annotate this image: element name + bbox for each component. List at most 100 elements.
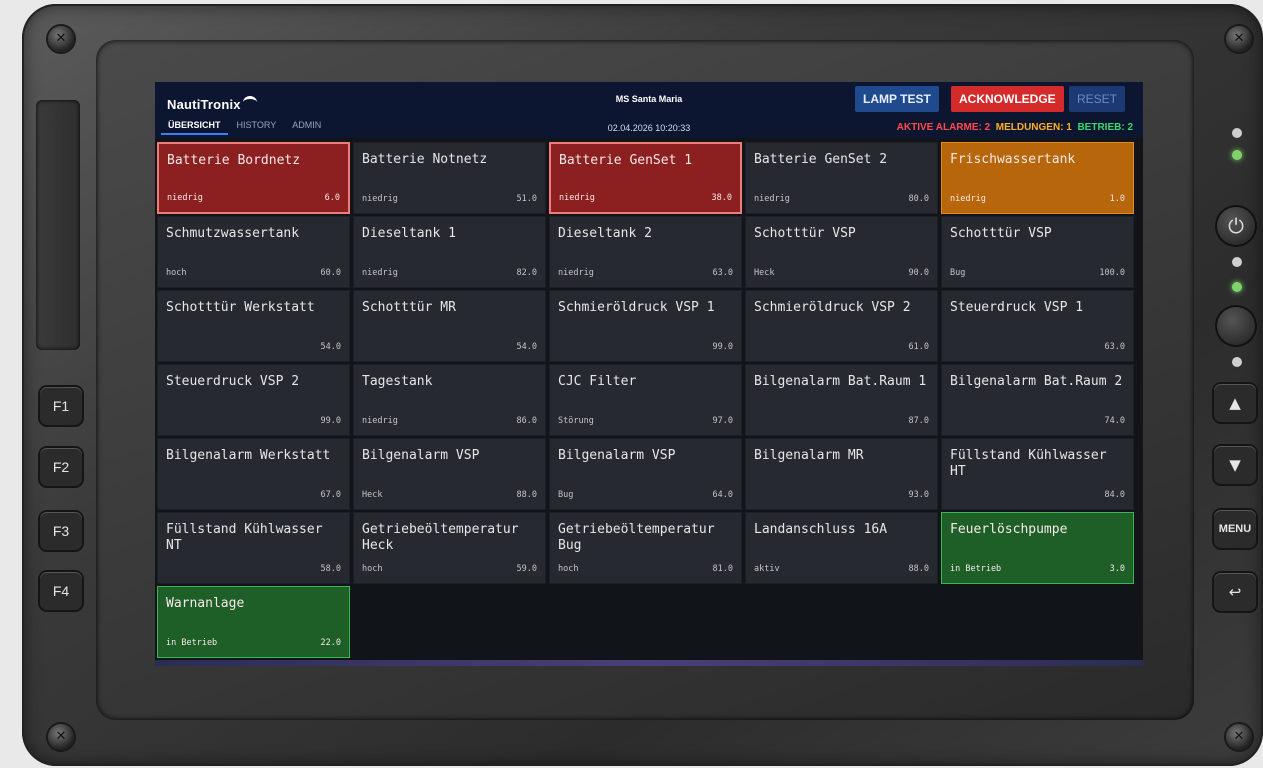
tile-title: Schotttür VSP <box>754 226 856 241</box>
tile-value: 100.0 <box>1099 268 1125 278</box>
power-button[interactable]: ⏻ <box>1217 207 1255 245</box>
power-led <box>1232 150 1242 160</box>
alarm-tile[interactable]: Schotttür MR 54.0 <box>353 290 546 362</box>
tile-title: Schotttür VSP <box>950 226 1052 241</box>
alarm-tile[interactable]: Getriebeöltemperatur Bug hoch 81.0 <box>549 512 742 584</box>
tile-title: CJC Filter <box>558 374 637 389</box>
brightness-knob[interactable] <box>1217 307 1255 345</box>
alarm-tile[interactable]: Steuerdruck VSP 2 99.0 <box>157 364 350 436</box>
alarm-tile[interactable]: Batterie GenSet 2 niedrig 80.0 <box>745 142 938 214</box>
screw-icon <box>1226 724 1252 750</box>
alarm-tile[interactable]: Schmutzwassertank hoch 60.0 <box>157 216 350 288</box>
tile-status: niedrig <box>754 194 790 204</box>
tile-value: 80.0 <box>908 194 929 204</box>
tile-title: Dieseltank 2 <box>558 226 652 241</box>
bottom-strip <box>155 660 1143 666</box>
f4-key[interactable]: F4 <box>40 572 82 610</box>
tile-title: Schmieröldruck VSP 2 <box>754 300 911 315</box>
tile-value: 60.0 <box>320 268 341 278</box>
display-screen: NautiTronix ÜBERSICHT HISTORY ADMIN MS S… <box>155 82 1143 666</box>
tile-value: 87.0 <box>908 416 929 426</box>
tile-value: 88.0 <box>516 490 537 500</box>
alarm-tile[interactable]: Bilgenalarm Werkstatt 67.0 <box>157 438 350 510</box>
tile-title: Tagestank <box>362 374 433 389</box>
alarm-tile[interactable]: Bilgenalarm VSP Bug 64.0 <box>549 438 742 510</box>
tile-value: 90.0 <box>908 268 929 278</box>
tile-value: 63.0 <box>712 268 733 278</box>
up-button[interactable]: ▲ <box>1214 384 1256 422</box>
alarm-tile[interactable]: Landanschluss 16A aktiv 88.0 <box>745 512 938 584</box>
status-led <box>1232 357 1242 367</box>
lamp-test-button[interactable]: LAMP TEST <box>855 86 939 112</box>
reset-button[interactable]: RESET <box>1069 86 1126 112</box>
tile-title: Frischwassertank <box>950 152 1076 167</box>
alarm-tile[interactable]: Bilgenalarm MR 93.0 <box>745 438 938 510</box>
alarm-tile[interactable]: Batterie GenSet 1 niedrig 38.0 <box>549 142 742 214</box>
alarm-tile[interactable]: Feuerlöschpumpe in Betrieb 3.0 <box>941 512 1134 584</box>
tile-status: Heck <box>362 490 383 500</box>
alarm-tile[interactable]: Bilgenalarm VSP Heck 88.0 <box>353 438 546 510</box>
tile-value: 93.0 <box>908 490 929 500</box>
tile-value: 38.0 <box>711 193 732 203</box>
alarm-tile[interactable]: Tagestank niedrig 86.0 <box>353 364 546 436</box>
alarm-tile[interactable]: Füllstand Kühlwasser HT 84.0 <box>941 438 1134 510</box>
tile-status: niedrig <box>558 268 594 278</box>
alarm-tile[interactable]: Schotttür VSP Bug 100.0 <box>941 216 1134 288</box>
tile-title: Feuerlöschpumpe <box>950 522 1068 537</box>
screw-icon <box>1226 26 1252 52</box>
tile-value: 59.0 <box>516 564 537 574</box>
alarm-tile[interactable]: Bilgenalarm Bat.Raum 1 87.0 <box>745 364 938 436</box>
tile-value: 58.0 <box>320 564 341 574</box>
tile-status: in Betrieb <box>950 564 1002 574</box>
tile-value: 54.0 <box>320 342 341 352</box>
tile-status: niedrig <box>950 194 986 204</box>
tile-status: niedrig <box>559 193 595 203</box>
status-led <box>1232 128 1242 138</box>
tile-value: 63.0 <box>1104 342 1125 352</box>
menu-button[interactable]: MENU <box>1214 510 1256 548</box>
alarm-tile[interactable]: Schotttür Werkstatt 54.0 <box>157 290 350 362</box>
active-alarms-count: AKTIVE ALARME: 2 <box>896 122 991 133</box>
alarm-tile[interactable]: Batterie Bordnetz niedrig 6.0 <box>157 142 350 214</box>
alarm-tile[interactable]: Warnanlage in Betrieb 22.0 <box>157 586 350 658</box>
tile-title: Warnanlage <box>166 596 245 611</box>
tile-status: hoch <box>362 564 383 574</box>
tile-value: 6.0 <box>324 193 340 203</box>
tile-value: 54.0 <box>516 342 537 352</box>
alarm-tile[interactable]: Schmieröldruck VSP 1 99.0 <box>549 290 742 362</box>
alarm-tile[interactable]: CJC Filter Störung 97.0 <box>549 364 742 436</box>
tile-title: Bilgenalarm MR <box>754 448 864 463</box>
tile-value: 81.0 <box>712 564 733 574</box>
alarm-tile[interactable]: Dieseltank 2 niedrig 63.0 <box>549 216 742 288</box>
alarm-tile[interactable]: Schotttür VSP Heck 90.0 <box>745 216 938 288</box>
acknowledge-button[interactable]: ACKNOWLEDGE <box>951 86 1064 112</box>
alarm-tile[interactable]: Bilgenalarm Bat.Raum 2 74.0 <box>941 364 1134 436</box>
tile-value: 3.0 <box>1109 564 1125 574</box>
tile-title: Bilgenalarm Werkstatt <box>166 448 331 463</box>
tile-title: Getriebeöltemperatur Bug <box>558 522 715 553</box>
alarm-tile[interactable]: Dieseltank 1 niedrig 82.0 <box>353 216 546 288</box>
alarm-tile[interactable]: Füllstand Kühlwasser NT 58.0 <box>157 512 350 584</box>
tile-value: 67.0 <box>320 490 341 500</box>
status-led <box>1232 257 1242 267</box>
tile-title: Batterie Notnetz <box>362 152 488 167</box>
tile-status: Bug <box>950 268 966 278</box>
tile-title: Füllstand Kühlwasser NT <box>166 522 323 553</box>
tile-value: 51.0 <box>516 194 537 204</box>
f1-key[interactable]: F1 <box>40 387 82 425</box>
alarm-tile[interactable]: Frischwassertank niedrig 1.0 <box>941 142 1134 214</box>
alarm-tile[interactable]: Batterie Notnetz niedrig 51.0 <box>353 142 546 214</box>
tile-title: Getriebeöltemperatur Heck <box>362 522 519 553</box>
status-led <box>1232 282 1242 292</box>
alarm-tile[interactable]: Schmieröldruck VSP 2 61.0 <box>745 290 938 362</box>
tile-value: 1.0 <box>1109 194 1125 204</box>
alarm-tile[interactable]: Getriebeöltemperatur Heck hoch 59.0 <box>353 512 546 584</box>
tile-title: Schotttür MR <box>362 300 456 315</box>
tile-title: Dieseltank 1 <box>362 226 456 241</box>
f2-key[interactable]: F2 <box>40 448 82 486</box>
status-summary: AKTIVE ALARME: 2 MELDUNGEN: 1 BETRIEB: 2 <box>897 122 1133 133</box>
f3-key[interactable]: F3 <box>40 512 82 550</box>
back-button[interactable]: ↩ <box>1214 573 1256 611</box>
down-button[interactable]: ▼ <box>1214 446 1256 484</box>
alarm-tile[interactable]: Steuerdruck VSP 1 63.0 <box>941 290 1134 362</box>
